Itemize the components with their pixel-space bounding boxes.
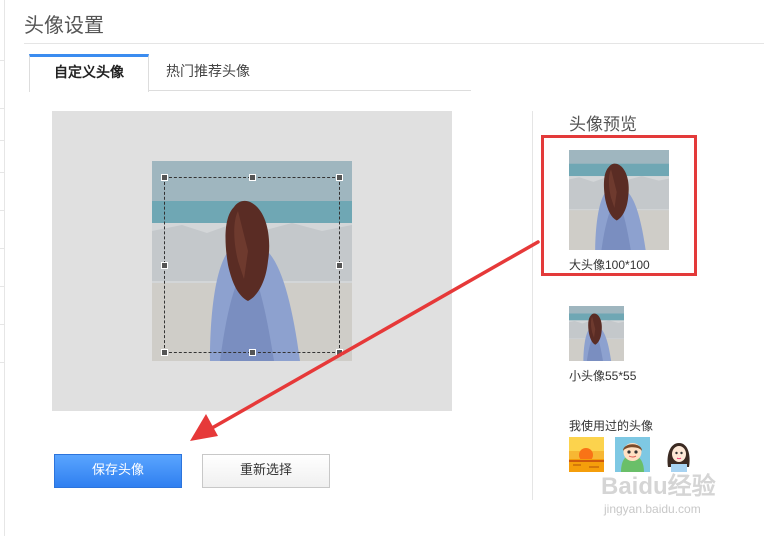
- small-avatar-preview: [569, 306, 624, 361]
- tab-custom-avatar[interactable]: 自定义头像: [29, 54, 149, 92]
- crop-handle-bottom-right[interactable]: [336, 349, 343, 356]
- page-title: 头像设置: [24, 13, 104, 37]
- small-avatar-label: 小头像55*55: [569, 369, 637, 383]
- large-avatar-preview: [569, 150, 669, 250]
- reselect-button[interactable]: 重新选择: [202, 454, 330, 488]
- title-divider: [24, 43, 764, 44]
- crop-handle-bottom[interactable]: [249, 349, 256, 356]
- used-avatars-title: 我使用过的头像: [569, 419, 654, 433]
- watermark-url: jingyan.baidu.com: [603, 502, 701, 516]
- crop-selection-box[interactable]: [161, 174, 343, 356]
- tab-hot-avatars[interactable]: 热门推荐头像: [149, 54, 267, 91]
- large-avatar-label: 大头像100*100: [569, 258, 650, 272]
- crop-handle-right[interactable]: [336, 262, 343, 269]
- save-avatar-button[interactable]: 保存头像: [54, 454, 182, 488]
- preview-title: 头像预览: [569, 115, 637, 135]
- crop-handle-top-left[interactable]: [161, 174, 168, 181]
- baidu-jingyan-watermark: Baidu经验 jingyan.baidu.com: [601, 472, 716, 516]
- tab-bar: 自定义头像 热门推荐头像: [29, 54, 471, 92]
- crop-handle-top[interactable]: [249, 174, 256, 181]
- crop-handle-top-right[interactable]: [336, 174, 343, 181]
- vertical-divider: [532, 111, 533, 500]
- watermark-brand: Baidu经验: [601, 472, 716, 500]
- crop-handle-left[interactable]: [161, 262, 168, 269]
- crop-handle-bottom-left[interactable]: [161, 349, 168, 356]
- left-edge-strip: [0, 0, 5, 536]
- crop-area: [52, 111, 452, 411]
